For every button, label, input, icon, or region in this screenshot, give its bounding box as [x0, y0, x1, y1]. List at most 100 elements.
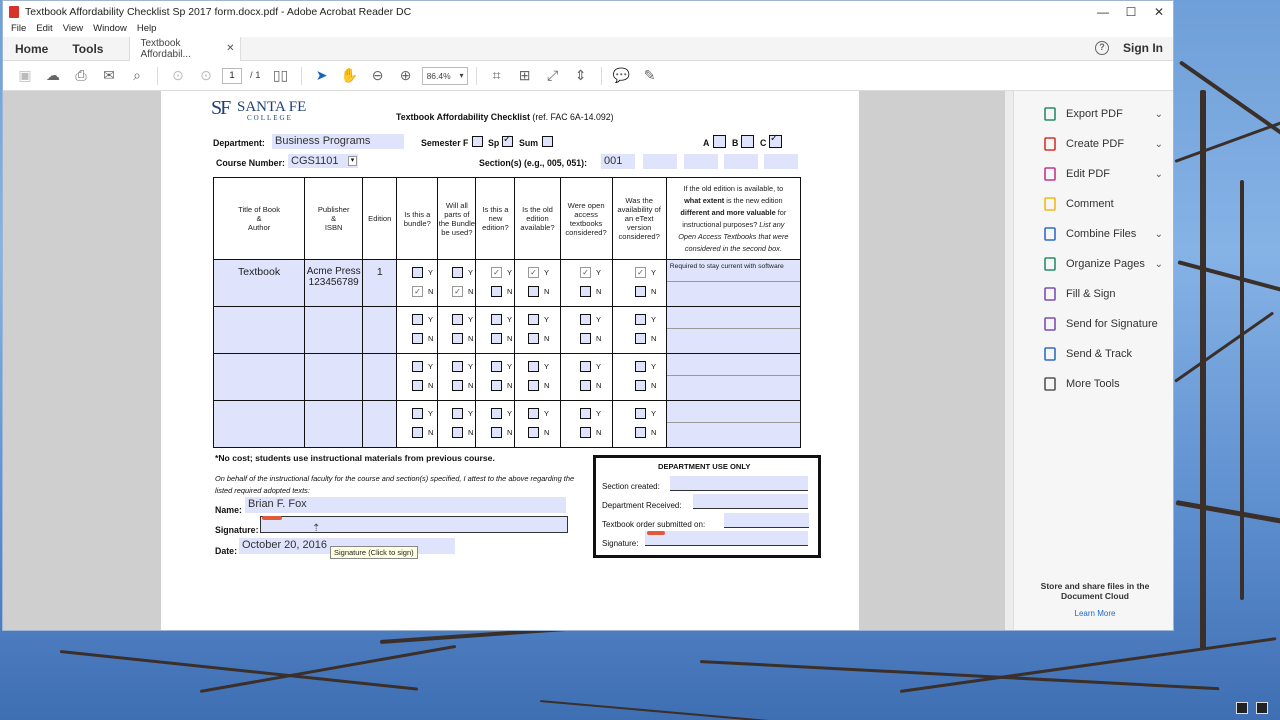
next-page-icon[interactable]: ⊙ — [194, 65, 218, 87]
textbook-order-field[interactable] — [724, 513, 809, 528]
no-checkbox[interactable] — [412, 333, 423, 344]
sign-here-flag-icon[interactable] — [262, 516, 282, 520]
no-checkbox[interactable] — [412, 380, 423, 391]
book-title-cell[interactable]: Textbook — [212, 259, 306, 307]
menu-edit[interactable]: Edit — [36, 23, 52, 37]
tool-combine-files[interactable]: Combine Files ⌄ — [1014, 219, 1173, 249]
yes-checkbox[interactable] — [452, 267, 463, 278]
section-field-5[interactable] — [764, 154, 798, 169]
chevron-down-icon[interactable]: ⌄ — [1155, 259, 1163, 270]
no-checkbox[interactable] — [635, 286, 646, 297]
search-icon[interactable]: ⌕ — [125, 65, 149, 87]
yes-checkbox[interactable] — [635, 361, 646, 372]
publisher-cell[interactable]: Acme Press 123456789 — [304, 259, 364, 307]
yes-checkbox[interactable] — [491, 361, 502, 372]
explanation-cell[interactable]: Required to stay current with software — [665, 259, 802, 307]
no-checkbox[interactable] — [580, 286, 591, 297]
close-button[interactable]: ✕ — [1145, 5, 1173, 19]
dept-sign-here-flag-icon[interactable] — [647, 531, 665, 535]
yes-checkbox[interactable] — [412, 361, 423, 372]
menu-help[interactable]: Help — [137, 23, 157, 37]
no-checkbox[interactable] — [491, 380, 502, 391]
yes-checkbox[interactable] — [452, 408, 463, 419]
dept-signature-field[interactable] — [645, 531, 808, 546]
no-checkbox[interactable] — [635, 333, 646, 344]
signature-field[interactable] — [260, 516, 568, 533]
page-number-input[interactable]: 1 — [222, 67, 242, 84]
minimize-button[interactable]: — — [1089, 5, 1117, 19]
no-checkbox[interactable] — [452, 333, 463, 344]
yes-checkbox[interactable] — [528, 314, 539, 325]
tool-organize-pages[interactable]: Organize Pages ⌄ — [1014, 249, 1173, 279]
yes-checkbox[interactable]: ✓ — [635, 267, 646, 278]
maximize-button[interactable]: ☐ — [1117, 5, 1145, 19]
select-pointer-icon[interactable]: ➤ — [310, 65, 334, 87]
yes-checkbox[interactable] — [491, 314, 502, 325]
no-checkbox[interactable] — [635, 427, 646, 438]
full-screen-icon[interactable]: ⤢ — [541, 65, 565, 87]
no-checkbox[interactable] — [452, 427, 463, 438]
term-c-checkbox[interactable] — [769, 133, 782, 148]
tool-more-tools[interactable]: More Tools — [1014, 369, 1173, 399]
yes-checkbox[interactable] — [452, 314, 463, 325]
chevron-down-icon[interactable]: ⌄ — [1155, 139, 1163, 150]
section-field-2[interactable] — [643, 154, 677, 169]
department-field[interactable]: Business Programs — [272, 134, 404, 149]
semester-spring-checkbox[interactable] — [502, 134, 513, 147]
no-checkbox[interactable] — [528, 333, 539, 344]
tool-comment[interactable]: Comment — [1014, 189, 1173, 219]
no-checkbox[interactable] — [412, 427, 423, 438]
chevron-down-icon[interactable]: ⌄ — [1155, 229, 1163, 240]
section-field-3[interactable] — [684, 154, 718, 169]
learn-more-link[interactable]: Learn More — [1014, 609, 1173, 618]
yes-checkbox[interactable] — [635, 314, 646, 325]
yes-checkbox[interactable] — [635, 408, 646, 419]
tab-document[interactable]: Textbook Affordabil... ✕ — [129, 36, 242, 61]
yes-checkbox[interactable] — [412, 314, 423, 325]
tray-icon[interactable] — [1256, 702, 1268, 714]
yes-checkbox[interactable] — [412, 267, 423, 278]
email-icon[interactable]: ✉ — [97, 65, 121, 87]
yes-checkbox[interactable] — [580, 361, 591, 372]
section-field-1[interactable]: 001 — [601, 154, 635, 169]
scroll-mode-icon[interactable]: ⇕ — [569, 65, 593, 87]
edition-cell[interactable]: 1 — [362, 259, 398, 307]
zoom-out-icon[interactable]: ⊖ — [366, 65, 390, 87]
tool-send-for-signature[interactable]: Send for Signature — [1014, 309, 1173, 339]
print-icon[interactable]: ⎙ — [69, 65, 93, 87]
vertical-scrollbar[interactable] — [1005, 91, 1013, 630]
tool-fill-sign[interactable]: Fill & Sign — [1014, 279, 1173, 309]
term-a-checkbox[interactable] — [713, 135, 726, 148]
no-checkbox[interactable] — [635, 380, 646, 391]
yes-checkbox[interactable]: ✓ — [580, 267, 591, 278]
no-checkbox[interactable] — [528, 286, 539, 297]
yes-checkbox[interactable] — [580, 314, 591, 325]
crop-icon[interactable]: ⌗ — [485, 65, 509, 87]
name-field[interactable]: Brian F. Fox — [245, 497, 566, 513]
tool-export-pdf[interactable]: Export PDF ⌄ — [1014, 99, 1173, 129]
no-checkbox[interactable]: ✓ — [452, 286, 463, 297]
tray-icon[interactable] — [1236, 702, 1248, 714]
zoom-level-select[interactable]: 86.4% — [421, 66, 468, 85]
yes-checkbox[interactable] — [528, 408, 539, 419]
chevron-down-icon[interactable]: ⌄ — [1155, 109, 1163, 120]
no-checkbox[interactable] — [528, 380, 539, 391]
comment-icon[interactable]: 💬 — [610, 65, 634, 87]
help-icon[interactable]: ? — [1095, 41, 1109, 55]
yes-checkbox[interactable] — [580, 408, 591, 419]
page-thumbnails-icon[interactable]: ▯▯ — [269, 65, 293, 87]
hand-tool-icon[interactable]: ✋ — [338, 65, 362, 87]
department-received-field[interactable] — [693, 494, 808, 509]
highlight-pen-icon[interactable]: ✎ — [638, 65, 662, 87]
no-checkbox[interactable]: ✓ — [412, 286, 423, 297]
course-dropdown-icon[interactable]: ▾ — [348, 156, 357, 166]
no-checkbox[interactable] — [491, 333, 502, 344]
no-checkbox[interactable] — [452, 380, 463, 391]
tab-tools[interactable]: Tools — [60, 42, 115, 56]
yes-checkbox[interactable] — [528, 361, 539, 372]
no-checkbox[interactable] — [580, 427, 591, 438]
fit-page-icon[interactable]: ⊞ — [513, 65, 537, 87]
no-checkbox[interactable] — [491, 427, 502, 438]
yes-checkbox[interactable] — [412, 408, 423, 419]
save-icon[interactable]: ▣ — [13, 65, 37, 87]
